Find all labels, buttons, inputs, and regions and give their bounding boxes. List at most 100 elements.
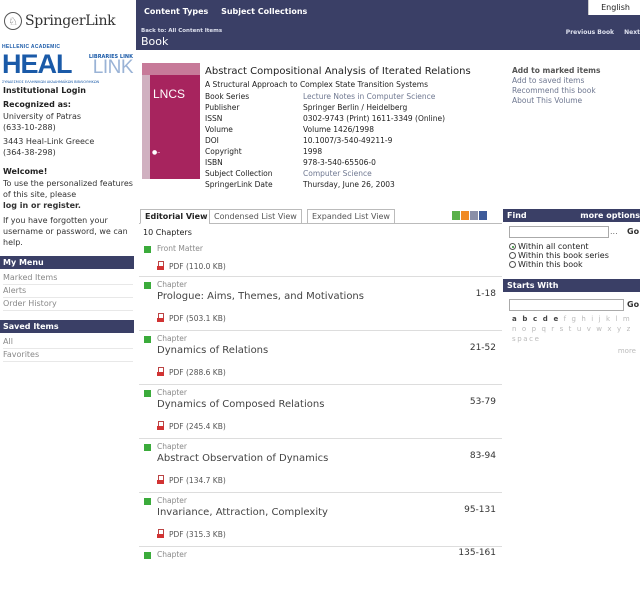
- saved-items-header: Saved Items: [0, 320, 134, 333]
- menu-item-order-history[interactable]: Order History: [3, 298, 133, 311]
- list-item-chapter: Chapter Dynamics of Composed Relations 5…: [139, 385, 502, 439]
- my-menu-list: Marked Items Alerts Order History: [0, 272, 136, 311]
- heal-link-text: LINK: [92, 57, 134, 78]
- recommend-book-link[interactable]: Recommend this book: [512, 86, 640, 96]
- chapter-title-link[interactable]: Dynamics of Composed Relations: [157, 399, 324, 410]
- alphabet-active-letters[interactable]: a b c d e: [512, 315, 560, 323]
- meta-row: Publisher Springer Berlin / Heidelberg: [205, 102, 500, 113]
- pdf-size[interactable]: PDF (288.6 KB): [169, 368, 226, 377]
- pdf-size[interactable]: PDF (110.0 KB): [169, 262, 226, 271]
- pdf-size[interactable]: PDF (315.3 KB): [169, 530, 226, 539]
- institution-id: (364-38-298): [3, 148, 56, 157]
- green-square-icon: [144, 246, 151, 253]
- meta-row: Copyright 1998: [205, 146, 500, 157]
- meta-value-book-series[interactable]: Lecture Notes in Computer Science: [303, 91, 500, 102]
- starts-with-go-button[interactable]: Go: [627, 300, 639, 309]
- login-section: Institutional Login: [0, 86, 136, 95]
- list-item-chapter: Chapter Invariance, Attraction, Complexi…: [139, 493, 502, 547]
- recognized-section: Recognized as: University of Patras (633…: [0, 100, 136, 158]
- meta-value: 10.1007/3-540-49211-9: [303, 136, 393, 145]
- pdf-link[interactable]: PDF (315.3 KB): [157, 529, 226, 539]
- left-sidebar: ♘ SpringerLink HELLENIC ACADEMIC HEAL LI…: [0, 0, 136, 550]
- meta-row: ISSN 0302-9743 (Print) 1611-3349 (Online): [205, 113, 500, 124]
- menu-item-alerts[interactable]: Alerts: [3, 285, 133, 298]
- item-type-link[interactable]: Front Matter: [157, 244, 203, 253]
- pdf-size[interactable]: PDF (134.7 KB): [169, 476, 226, 485]
- saved-item-all[interactable]: All: [3, 336, 133, 349]
- add-to-saved-items-link[interactable]: Add to saved items: [512, 76, 640, 86]
- search-scope: Within all content Within this book seri…: [509, 242, 609, 269]
- tab-editorial-view[interactable]: Editorial View: [140, 209, 213, 224]
- meta-key: Book Series: [205, 92, 250, 101]
- next-book-link[interactable]: Next: [624, 29, 640, 36]
- top-bar: Content Types Subject Collections Englis…: [136, 0, 640, 50]
- saved-item-favorites[interactable]: Favorites: [3, 349, 133, 362]
- pdf-size[interactable]: PDF (503.1 KB): [169, 314, 226, 323]
- book-metadata: Book Series Lecture Notes in Computer Sci…: [205, 91, 500, 190]
- pdf-link[interactable]: PDF (134.7 KB): [157, 475, 226, 485]
- tab-condensed-list-view[interactable]: Condensed List View: [209, 209, 302, 224]
- list-item-chapter: Chapter 135-161: [139, 547, 502, 601]
- welcome-heading: Welcome!: [3, 167, 48, 176]
- starts-with-input[interactable]: [509, 299, 624, 311]
- meta-value: 978-3-540-65506-0: [303, 158, 376, 167]
- item-type: Chapter: [157, 280, 187, 289]
- export-icons: [452, 211, 487, 220]
- nav-content-types[interactable]: Content Types: [144, 7, 208, 16]
- meta-row: Subject Collection Computer Science: [205, 168, 500, 179]
- find-input[interactable]: [509, 226, 609, 238]
- page-title: Book: [141, 35, 169, 48]
- meta-value: Thursday, June 26, 2003: [303, 180, 395, 189]
- springerlink-logo[interactable]: ♘ SpringerLink: [4, 6, 132, 36]
- nav-subject-collections[interactable]: Subject Collections: [221, 7, 307, 16]
- tab-expanded-list-view[interactable]: Expanded List View: [307, 209, 395, 224]
- meta-key: Copyright: [205, 147, 242, 156]
- chapter-title-link[interactable]: Dynamics of Relations: [157, 345, 268, 356]
- pdf-link[interactable]: PDF (503.1 KB): [157, 313, 226, 323]
- chapter-title-link[interactable]: Prologue: Aims, Themes, and Motivations: [157, 291, 364, 302]
- list-item-front-matter: Front Matter PDF (110.0 KB): [139, 241, 502, 277]
- meta-key: ISSN: [205, 114, 223, 123]
- find-options-button[interactable]: ...: [610, 227, 618, 236]
- alphabet-space[interactable]: space: [512, 334, 640, 344]
- meta-key: Volume: [205, 125, 233, 134]
- chapter-pages: 53-79: [469, 397, 496, 407]
- institution-name: 3443 Heal-Link Greece: [3, 137, 95, 146]
- list-item-chapter: Chapter Dynamics of Relations 21-52 PDF …: [139, 331, 502, 385]
- meta-value-subject-collection[interactable]: Computer Science: [303, 168, 500, 179]
- pdf-link[interactable]: PDF (288.6 KB): [157, 367, 226, 377]
- more-options-link[interactable]: more options: [580, 211, 640, 220]
- pdf-link[interactable]: PDF (110.0 KB): [157, 261, 226, 271]
- cover-series-text: LNCS: [153, 87, 186, 101]
- breadcrumb-link[interactable]: All Content Items: [168, 28, 222, 34]
- scope-this-book-radio[interactable]: Within this book: [509, 260, 609, 269]
- print-icon[interactable]: [470, 211, 478, 220]
- previous-book-link[interactable]: Previous Book: [566, 29, 614, 36]
- add-icon[interactable]: [452, 211, 460, 220]
- chapter-title-link[interactable]: Invariance, Attraction, Complexity: [157, 507, 328, 518]
- starts-more-link[interactable]: more: [618, 347, 636, 355]
- forgot-password-text[interactable]: If you have forgotten your username or p…: [3, 215, 133, 248]
- radio-selected-icon: [509, 243, 516, 250]
- scope-all-content-radio[interactable]: Within all content: [509, 242, 609, 251]
- heal-big-text: HEAL: [2, 49, 72, 79]
- menu-item-marked-items[interactable]: Marked Items: [3, 272, 133, 285]
- starts-with-header: Starts With: [503, 279, 640, 292]
- pdf-size[interactable]: PDF (245.4 KB): [169, 422, 226, 431]
- about-volume-link[interactable]: About This Volume: [512, 96, 640, 106]
- meta-row: Volume Volume 1426/1998: [205, 124, 500, 135]
- add-to-marked-items-link[interactable]: Add to marked items: [512, 66, 640, 76]
- meta-value: 1998: [303, 147, 323, 156]
- pdf-icon: [157, 367, 166, 377]
- breadcrumb-label: Back to:: [141, 28, 167, 34]
- meta-value: 0302-9743 (Print) 1611-3349 (Online): [303, 114, 446, 123]
- chapter-title-link[interactable]: Abstract Observation of Dynamics: [157, 453, 328, 464]
- save-icon[interactable]: [479, 211, 487, 220]
- login-register-link[interactable]: log in or register.: [3, 200, 133, 211]
- rss-icon[interactable]: [461, 211, 469, 220]
- pdf-link[interactable]: PDF (245.4 KB): [157, 421, 226, 431]
- language-selector[interactable]: English: [588, 0, 640, 15]
- find-go-button[interactable]: Go: [627, 227, 639, 236]
- scope-book-series-radio[interactable]: Within this book series: [509, 251, 609, 260]
- meta-row: ISBN 978-3-540-65506-0: [205, 157, 500, 168]
